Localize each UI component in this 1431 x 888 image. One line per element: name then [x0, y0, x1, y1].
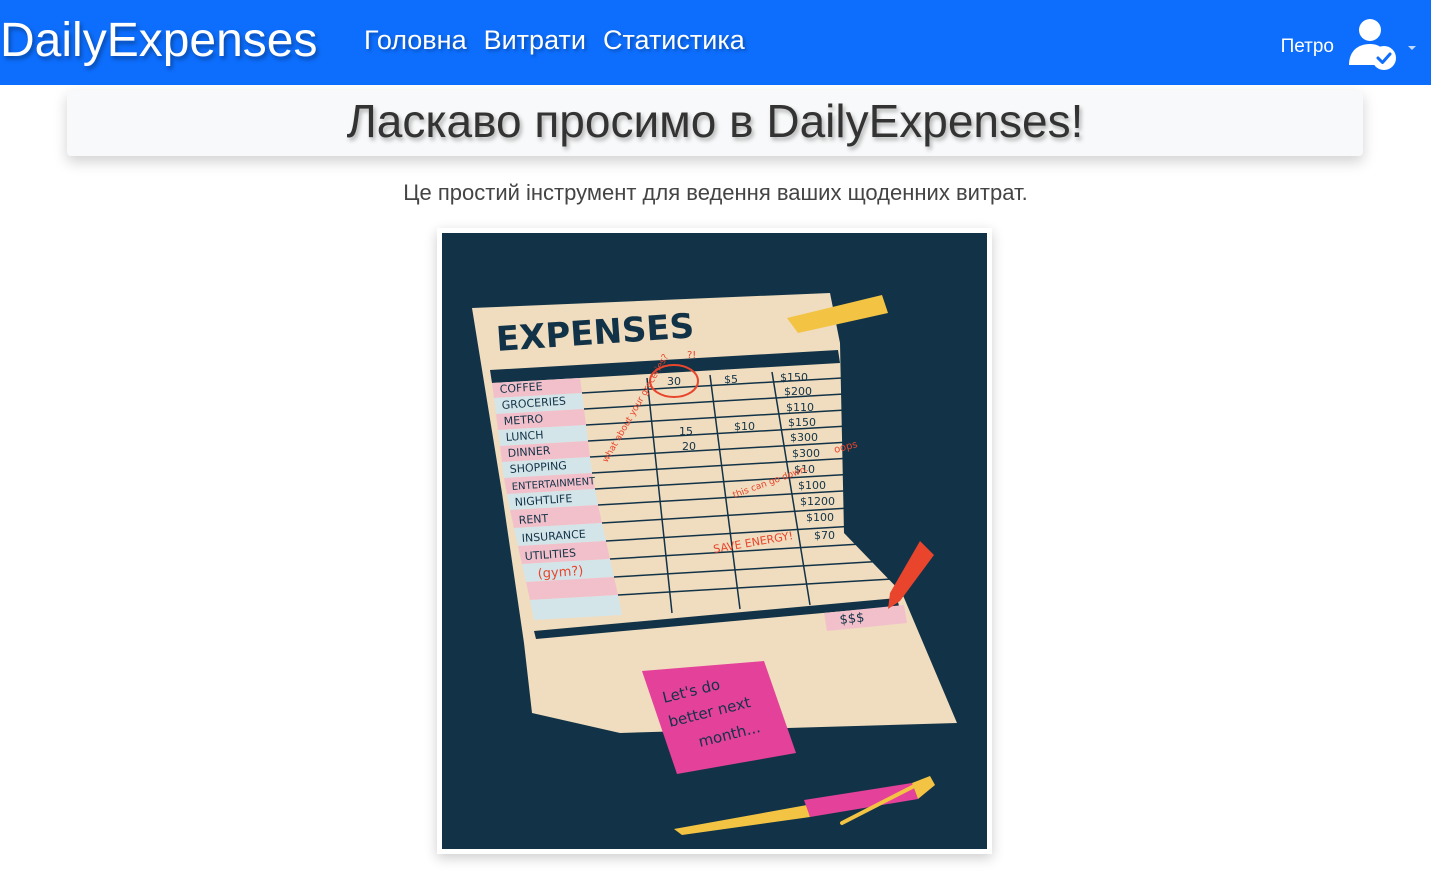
value-cell: $110 [786, 401, 814, 414]
caret-down-icon [1408, 46, 1416, 50]
value-cell: $1200 [800, 495, 835, 508]
intro-text: Це простий інструмент для ведення ваших … [403, 180, 1028, 205]
value-cell: $150 [788, 416, 816, 429]
top-navbar: DailyExpenses Головна Витрати Статистика… [0, 0, 1431, 85]
value-cell: $10 [734, 420, 755, 433]
value-cell: $200 [784, 385, 812, 398]
value-cell: 30 [667, 375, 681, 388]
nav-link-home[interactable]: Головна [364, 22, 467, 58]
category-label: LUNCH [505, 428, 544, 444]
value-cell: 15 [679, 425, 693, 438]
category-label: RENT [518, 512, 549, 527]
pen [674, 776, 935, 835]
page-title: Ласкаво просимо в DailyExpenses! [346, 95, 1084, 147]
user-name: Петро [1280, 36, 1334, 57]
value-cell: $300 [792, 447, 820, 460]
total-label: $$$ [839, 610, 865, 628]
brand-logo-link[interactable]: DailyExpenses [0, 12, 317, 70]
illustration-frame: EXPENSES COFFEE GROCERIES METRO LUNCH DI… [437, 228, 992, 854]
value-cell: $100 [806, 511, 834, 524]
welcome-banner: Ласкаво просимо в DailyExpenses! [67, 90, 1363, 156]
nav-links: Головна Витрати Статистика [364, 22, 745, 58]
nav-link-expenses[interactable]: Витрати [484, 22, 586, 58]
value-cell: $5 [724, 373, 738, 386]
red-pencil [888, 541, 934, 609]
value-cell: $150 [780, 371, 808, 384]
category-label: (gym?) [537, 564, 584, 582]
value-cell: 20 [682, 440, 696, 453]
category-label: METRO [503, 412, 544, 428]
nav-link-statistics[interactable]: Статистика [603, 22, 745, 58]
value-cell: $300 [790, 431, 818, 444]
value-cell: $70 [814, 529, 835, 542]
note-question: ?! [687, 350, 696, 361]
user-check-icon [1349, 19, 1396, 70]
user-menu-toggle[interactable]: Петро [1281, 14, 1417, 74]
expenses-illustration: EXPENSES COFFEE GROCERIES METRO LUNCH DI… [442, 233, 987, 849]
value-cell: $100 [798, 479, 826, 492]
